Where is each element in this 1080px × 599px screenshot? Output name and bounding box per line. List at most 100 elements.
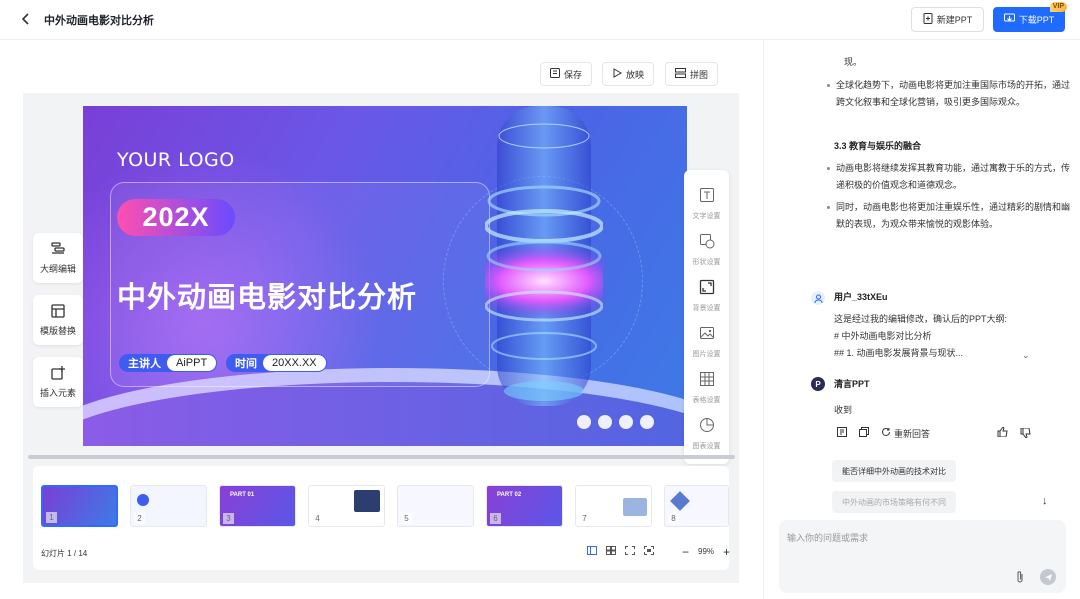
shape-icon xyxy=(699,233,715,254)
image-icon xyxy=(699,325,715,346)
slide-thumbnail-3[interactable]: PART 01 3 xyxy=(219,485,296,527)
template-replace-label: 模版替换 xyxy=(39,326,76,336)
zoom-in-icon[interactable]: + xyxy=(723,546,730,558)
slide-thumbnail-6[interactable]: PART 02 6 xyxy=(486,485,563,527)
expand-chevron-icon[interactable]: ⌄ xyxy=(1022,347,1034,360)
time-value: 20XX.XX xyxy=(263,355,326,371)
user-name: 用户_33tXEu xyxy=(834,292,888,302)
slide-year-pill[interactable]: 202X xyxy=(117,199,235,236)
jigsaw-button[interactable]: 拼图 xyxy=(665,62,719,86)
top-bar: 中外动画电影对比分析 新建PPT 下载PPT VIP xyxy=(0,0,1080,40)
download-ppt-button[interactable]: 下载PPT VIP xyxy=(993,2,1067,32)
play-label: 放映 xyxy=(626,69,645,80)
ppt-preview-icon[interactable] xyxy=(837,426,847,443)
download-icon xyxy=(1003,13,1015,26)
zoom-level: 99% xyxy=(698,547,715,556)
slide-cylinder-graphic xyxy=(454,106,634,416)
slide-thumbnail-2[interactable]: 2 xyxy=(130,485,207,527)
background-settings-label: 背景设置 xyxy=(692,305,721,312)
scroll-down-arrow-icon[interactable]: ↓ xyxy=(1042,494,1056,508)
thumb-number: 8 xyxy=(668,513,679,524)
bot-name: 清言PPT xyxy=(834,379,870,389)
thumb-number: 7 xyxy=(579,513,590,524)
thumbs-up-icon[interactable] xyxy=(997,426,1008,443)
slide-logo-text[interactable]: YOUR LOGO xyxy=(117,149,235,171)
grid-view-icon[interactable] xyxy=(606,546,616,557)
bot-message: 收到 xyxy=(834,405,853,415)
table-icon xyxy=(699,371,715,392)
thumb-diamond xyxy=(670,491,690,511)
save-label: 保存 xyxy=(564,69,583,80)
image-settings-button[interactable]: 图片设置 xyxy=(684,320,729,364)
insert-icon xyxy=(50,365,66,381)
outline-edit-label: 大纲编辑 xyxy=(39,264,76,274)
template-replace-button[interactable]: 模版替换 xyxy=(33,295,83,345)
user-message-line: 这是经过我的编辑修改，确认后的PPT大纲: xyxy=(834,314,1008,324)
slide-canvas[interactable]: YOUR LOGO 202X 中外动画电影对比分析 主讲人 AiPPT 时间 2… xyxy=(83,106,687,446)
thumb-number: 1 xyxy=(46,512,57,523)
fit-screen-icon[interactable] xyxy=(625,546,635,557)
new-ppt-button[interactable]: 新建PPT xyxy=(911,7,984,32)
insert-element-label: 插入元素 xyxy=(39,388,76,398)
bot-logo-icon: P xyxy=(811,377,825,391)
thumb-dot-icon xyxy=(137,494,149,506)
slide-counter: 幻灯片 1 / 14 xyxy=(41,549,88,558)
slide-action-2-icon[interactable] xyxy=(598,415,612,429)
time-tag[interactable]: 时间 20XX.XX xyxy=(226,354,327,372)
slide-action-4-icon[interactable] xyxy=(640,415,654,429)
thumb-number: 3 xyxy=(223,513,234,524)
play-button[interactable]: 放映 xyxy=(602,62,655,86)
thumb-number: 2 xyxy=(134,513,145,524)
slide-quick-actions xyxy=(577,415,654,429)
slide-thumbnail-5[interactable]: 5 xyxy=(397,485,474,527)
presenter-tag[interactable]: 主讲人 AiPPT xyxy=(119,354,218,372)
send-button[interactable] xyxy=(1040,569,1056,585)
insert-element-button[interactable]: 插入元素 xyxy=(33,357,83,407)
time-key: 时间 xyxy=(235,358,257,370)
property-toolbar: 文字设置 形状设置 背景设置 图片设置 表格设置 图表设置 xyxy=(684,170,729,464)
slide-thumbnail-1[interactable]: 1 xyxy=(41,485,118,527)
panel-resize-handle[interactable] xyxy=(28,455,735,459)
back-arrow-icon[interactable] xyxy=(18,11,34,27)
chart-icon xyxy=(699,417,715,438)
text-settings-button[interactable]: 文字设置 xyxy=(684,182,729,226)
table-settings-button[interactable]: 表格设置 xyxy=(684,366,729,410)
fullscreen-icon[interactable] xyxy=(644,546,654,557)
table-settings-label: 表格设置 xyxy=(692,397,721,404)
chat-bullet: 动画电影将继续发挥其教育功能，通过寓教于乐的方式，传递积极的价值观念和道德观念。 xyxy=(827,160,1076,194)
slide-action-3-icon[interactable] xyxy=(619,415,633,429)
regenerate-button[interactable]: 重新回答 xyxy=(881,426,930,443)
background-icon xyxy=(699,279,715,300)
chat-bullet: 全球化趋势下，动画电影将更加注重国际市场的开拓，通过跨文化叙事和全球化营销，吸引… xyxy=(827,77,1076,111)
zoom-out-icon[interactable]: − xyxy=(682,546,689,558)
download-ppt-label: 下载PPT xyxy=(1018,15,1055,25)
thumb-number: 5 xyxy=(401,513,412,524)
jigsaw-label: 拼图 xyxy=(690,69,709,80)
slide-thumbnail-4[interactable]: 4 xyxy=(308,485,385,527)
copy-icon[interactable] xyxy=(859,426,869,443)
chat-input-placeholder: 输入你的问题或需求 xyxy=(787,533,869,543)
save-button[interactable]: 保存 xyxy=(540,62,593,86)
text-icon xyxy=(699,187,715,208)
save-icon xyxy=(550,68,560,80)
chart-settings-button[interactable]: 图表设置 xyxy=(684,412,729,456)
slide-thumbnail-8[interactable]: 8 xyxy=(664,485,729,527)
thumb-number: 4 xyxy=(312,513,323,524)
slide-action-1-icon[interactable] xyxy=(577,415,591,429)
suggested-question[interactable]: 中外动画的市场策略有何不同 xyxy=(832,491,956,513)
user-avatar-icon xyxy=(811,291,825,305)
template-icon xyxy=(50,303,66,319)
shape-settings-button[interactable]: 形状设置 xyxy=(684,228,729,272)
slide-thumbnail-7[interactable]: 7 xyxy=(575,485,652,527)
thumbs-down-icon[interactable] xyxy=(1020,427,1031,444)
chat-input-box[interactable]: 输入你的问题或需求 xyxy=(779,520,1066,593)
suggested-question[interactable]: 能否详细中外动画的技术对比 xyxy=(832,460,956,482)
background-settings-button[interactable]: 背景设置 xyxy=(684,274,729,318)
slide-title[interactable]: 中外动画电影对比分析 xyxy=(117,274,417,316)
bot-message-actions: 重新回答 xyxy=(837,426,930,443)
outline-edit-button[interactable]: 大纲编辑 xyxy=(33,233,83,283)
presenter-key: 主讲人 xyxy=(128,358,161,370)
normal-view-icon[interactable] xyxy=(587,546,597,557)
refresh-icon xyxy=(881,426,891,443)
attach-paperclip-icon[interactable] xyxy=(1015,570,1025,590)
